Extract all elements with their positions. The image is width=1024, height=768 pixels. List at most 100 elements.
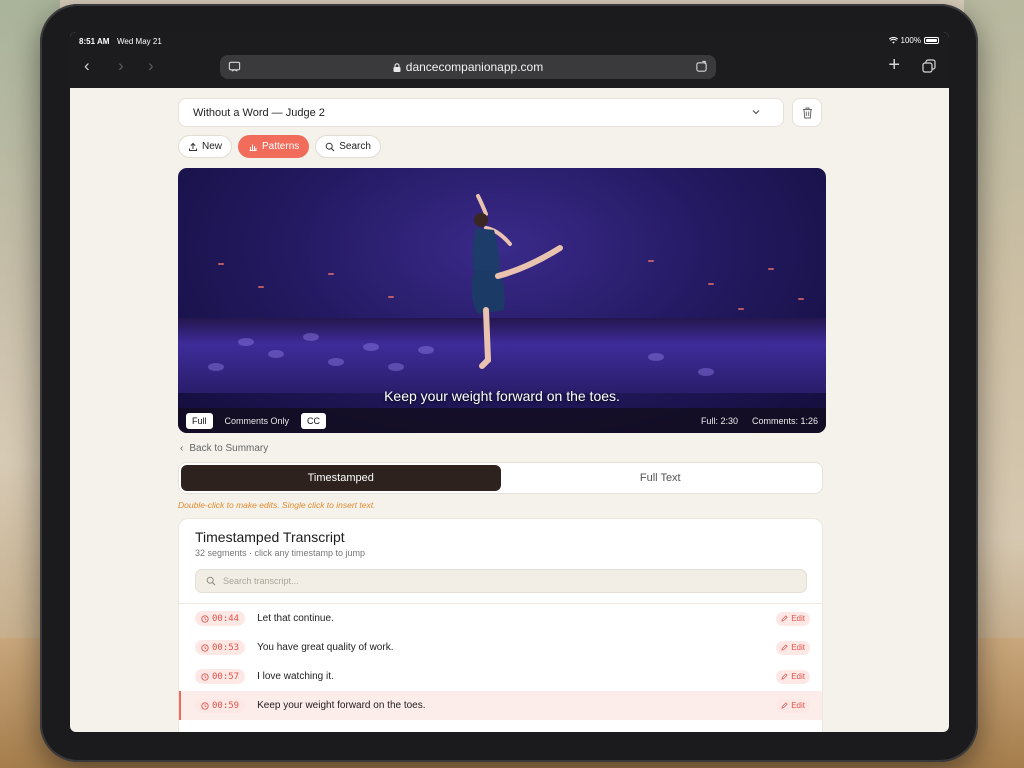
ember (328, 273, 334, 275)
timestamp-chip[interactable]: 00:57 (195, 669, 246, 684)
transcript-search[interactable] (195, 569, 807, 593)
tabs-icon[interactable] (922, 59, 936, 73)
ember (218, 263, 224, 265)
back-icon[interactable]: ‹ (84, 56, 90, 76)
clock-icon (201, 672, 209, 681)
floor-light (303, 333, 319, 341)
battery-percent: 100% (900, 36, 921, 45)
bar-chart-icon (249, 144, 257, 151)
wifi-icon (888, 37, 898, 44)
status-date: Wed May 21 (117, 37, 162, 46)
transcript-row[interactable]: 00:44 Let that continue. Edit (179, 604, 822, 633)
mode-full-button[interactable]: Full (186, 412, 213, 429)
upload-icon (189, 142, 197, 151)
project-select-value: Without a Word — Judge 2 (193, 106, 325, 119)
back-to-summary-link[interactable]: ‹ Back to Summary (180, 443, 268, 454)
back-link-label: Back to Summary (189, 443, 269, 454)
edit-button[interactable]: Edit (776, 640, 810, 655)
battery-icon (924, 37, 939, 44)
timestamp-text: 00:59 (212, 700, 240, 711)
view-toggle: Timestamped Full Text (178, 462, 823, 494)
floor-light (238, 338, 254, 346)
pencil-icon (781, 644, 788, 651)
video-controls: Full Comments Only CC Full: 2:30 Comment… (178, 408, 826, 433)
edit-button-label: Edit (791, 614, 805, 623)
share-icon[interactable] (695, 60, 708, 73)
transcript-search-input[interactable] (223, 576, 783, 586)
transcript-subtitle: 32 segments · click any timestamp to jum… (195, 548, 366, 558)
patterns-button[interactable]: Patterns (238, 135, 310, 158)
edit-button[interactable]: Edit (776, 669, 810, 684)
floor-light (328, 358, 344, 366)
segment-text[interactable]: Keep your weight forward on the toes. (257, 700, 425, 711)
url-text: dancecompanionapp.com (405, 60, 544, 74)
status-time: 8:51 AM (79, 37, 110, 46)
transcript-row[interactable]: 00:57 I love watching it. Edit (179, 662, 822, 691)
project-select[interactable]: Without a Word — Judge 2 (178, 98, 784, 127)
video-caption: Keep your weight forward on the toes. (384, 388, 620, 404)
delete-button[interactable] (792, 98, 822, 127)
search-button[interactable]: Search (315, 135, 381, 158)
status-indicators: 100% (888, 36, 939, 45)
search-button-label: Search (339, 141, 371, 152)
chevron-down-icon (752, 110, 760, 115)
mode-comments-only-button[interactable]: Comments Only (219, 413, 296, 429)
ember (798, 298, 804, 300)
timestamp-text: 00:53 (212, 642, 240, 653)
video-player[interactable]: Keep your weight forward on the toes. Fu… (178, 168, 826, 433)
floor-light (418, 346, 434, 354)
transcript-title: Timestamped Transcript (195, 529, 345, 545)
tab-timestamped[interactable]: Timestamped (181, 465, 501, 491)
edit-button[interactable]: Edit (776, 698, 810, 713)
timestamp-chip[interactable]: 00:59 (195, 698, 246, 713)
timestamp-chip[interactable]: 00:44 (195, 611, 246, 626)
ember (258, 286, 264, 288)
browser-chrome: 8:51 AM Wed May 21 100% ‹ › › dancecompa… (70, 32, 949, 88)
cc-button[interactable]: CC (301, 412, 327, 429)
forward-history-icon[interactable]: › (148, 56, 154, 76)
floor-light (388, 363, 404, 371)
transcript-row[interactable]: 00:53 You have great quality of work. Ed… (179, 633, 822, 662)
ember (708, 283, 714, 285)
ember (768, 268, 774, 270)
new-button[interactable]: New (178, 135, 233, 158)
transcript-panel: Timestamped Transcript 32 segments · cli… (178, 518, 823, 732)
clock-icon (201, 701, 209, 710)
timestamp-text: 00:57 (212, 671, 240, 682)
segment-text[interactable]: I love watching it. (257, 671, 334, 682)
segment-text[interactable]: Let that continue. (257, 613, 334, 624)
ember (738, 308, 744, 310)
video-durations: Full: 2:30 Comments: 1:26 (701, 416, 818, 426)
pencil-icon (781, 615, 788, 622)
trash-icon (802, 107, 812, 118)
comments-duration: Comments: 1:26 (751, 415, 818, 426)
floor-light (698, 368, 714, 376)
new-tab-icon[interactable]: + (888, 54, 900, 76)
timestamp-text: 00:44 (212, 613, 240, 624)
floor-light (268, 350, 284, 358)
clock-icon (201, 643, 209, 652)
floor-light (208, 363, 224, 371)
forward-icon[interactable]: › (118, 56, 124, 76)
ember (388, 296, 394, 298)
reader-icon[interactable] (228, 60, 241, 73)
tablet-screen: 8:51 AM Wed May 21 100% ‹ › › dancecompa… (70, 32, 949, 732)
patterns-button-label: Patterns (262, 141, 300, 152)
new-button-label: New (202, 141, 223, 152)
tab-full-text[interactable]: Full Text (501, 465, 821, 491)
clock-icon (201, 614, 209, 623)
edit-button[interactable]: Edit (776, 611, 810, 626)
dancer-figure (471, 194, 563, 369)
floor-light (363, 343, 379, 351)
ember (648, 260, 654, 262)
edit-hint: Double-click to make edits. Single click… (178, 500, 376, 510)
timestamp-chip[interactable]: 00:53 (195, 640, 246, 655)
address-bar[interactable]: dancecompanionapp.com (220, 55, 716, 79)
transcript-row-active[interactable]: 00:59 Keep your weight forward on the to… (179, 691, 822, 720)
pencil-icon (781, 702, 788, 709)
full-duration: Full: 2:30 (700, 415, 738, 426)
lock-icon (393, 62, 401, 72)
segment-text[interactable]: You have great quality of work. (257, 642, 393, 653)
edit-button-label: Edit (791, 643, 805, 652)
pencil-icon (781, 673, 788, 680)
